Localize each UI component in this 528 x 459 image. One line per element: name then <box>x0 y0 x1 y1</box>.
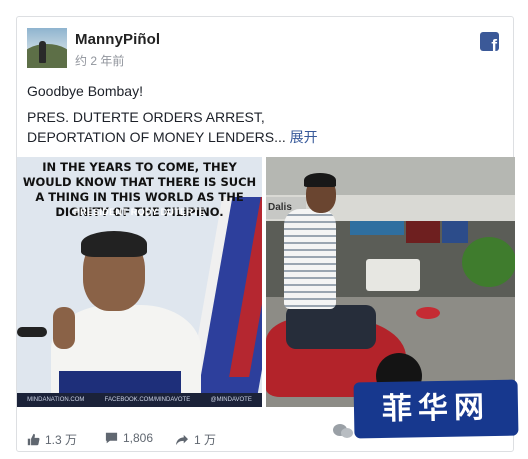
thumbs-up-icon <box>27 433 40 446</box>
street-motorcycle-photo[interactable]: Dalis <box>266 157 515 407</box>
image-footer-facebook: FACEBOOK.COM/MINDAVOTE <box>104 397 191 403</box>
image-footer-bar: MINDANATION.COM FACEBOOK.COM/MINDAVOTE @… <box>17 393 262 407</box>
truck <box>366 259 420 291</box>
comment-icon <box>105 432 118 444</box>
rider-shirt <box>284 209 336 309</box>
navy-sign <box>442 221 468 243</box>
tree <box>462 237 515 287</box>
facebook-icon[interactable]: f <box>480 32 499 51</box>
avatar[interactable] <box>27 28 67 68</box>
image-footer-handle: @MINDAVOTE <box>210 397 252 403</box>
share-count-text: 1 万 <box>194 433 217 447</box>
avatar-person <box>39 41 46 63</box>
red-sign <box>406 221 440 243</box>
post-text-line-2: PRES. DUTERTE ORDERS ARREST, <box>27 109 265 125</box>
avatar-hill <box>27 44 67 68</box>
expand-link[interactable]: 展开 <box>290 129 318 145</box>
duterte-quote-image[interactable]: IN THE YEARS TO COME, THEY WOULD KNOW TH… <box>17 157 262 407</box>
quote-attribution: PRESIDENT RODY DUTERTE <box>73 207 206 217</box>
like-count-text: 1.3 万 <box>45 433 78 447</box>
post-text-line-3: DEPORTATION OF MONEY LENDERS... 展开 <box>27 127 318 147</box>
share-icon <box>176 434 188 445</box>
motorcycle-mirror <box>416 307 440 319</box>
watermark-logo: 菲华网 <box>353 379 519 439</box>
speaker-hand <box>53 307 75 349</box>
microphone <box>17 327 47 337</box>
wechat-icon <box>333 424 353 438</box>
share-count[interactable]: 1 万 <box>175 431 216 448</box>
post-text-line-1: Goodbye Bombay! <box>27 83 143 99</box>
speaker-hair <box>81 231 147 257</box>
comment-count[interactable]: 1,806 <box>105 431 153 445</box>
rider-legs <box>286 305 376 349</box>
image-footer-site: MINDANATION.COM <box>27 397 85 403</box>
blue-sign <box>350 221 404 235</box>
post-text-line-3-text: DEPORTATION OF MONEY LENDERS... <box>27 129 286 145</box>
rider-hair <box>304 173 336 187</box>
post-time[interactable]: 约 2 年前 <box>75 52 124 69</box>
like-count[interactable]: 1.3 万 <box>27 431 77 448</box>
author-name[interactable]: MannyPiñol <box>75 31 160 48</box>
comment-count-text: 1,806 <box>123 431 154 445</box>
